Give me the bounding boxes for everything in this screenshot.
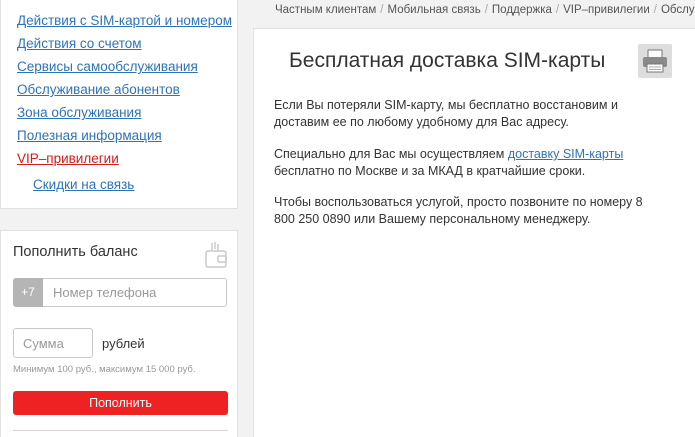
breadcrumb-vip[interactable]: VIP–привилегии <box>563 4 650 16</box>
sidebar-item-discounts[interactable]: Скидки на связь <box>33 177 134 192</box>
breadcrumb-mobile[interactable]: Мобильная связь <box>387 4 480 16</box>
breadcrumb-support[interactable]: Поддержка <box>492 4 552 16</box>
paragraph-delivery: Специально для Вас мы осуществляем доста… <box>274 146 666 180</box>
sidebar-item-sim-actions[interactable]: Действия с SIM-картой и номером <box>17 13 232 28</box>
sidebar-item-useful-info[interactable]: Полезная информация <box>17 128 162 143</box>
wallet-icon <box>205 242 227 268</box>
paragraph-contact: Чтобы воспользоваться услугой, просто по… <box>274 195 643 226</box>
paragraph-delivery-text: Специально для Вас мы осуществляем <box>274 147 508 161</box>
sidebar-nav: Действия с SIM-картой и номером Действия… <box>0 0 238 209</box>
breadcrumb: Частным клиентам / Мобильная связь / Поддерж… <box>275 4 695 16</box>
topup-submit-button[interactable]: Пополнить <box>13 391 228 415</box>
main-content: Бесплатная доставка SIM-карты Если Вы по… <box>253 28 695 437</box>
limits-note: Минимум 100 руб., максимум 15 000 руб. <box>13 364 196 375</box>
breadcrumb-separator: / <box>555 4 560 16</box>
printer-icon <box>643 49 667 73</box>
amount-input[interactable] <box>13 328 93 358</box>
breadcrumb-service[interactable]: Обслужива <box>661 4 695 16</box>
topup-title: Пополнить баланс <box>13 244 138 260</box>
sidebar-item-customer-service[interactable]: Обслуживание абонентов <box>17 82 180 97</box>
sidebar-item-service-zone[interactable]: Зона обслуживания <box>17 105 141 120</box>
sim-delivery-link[interactable]: доставку SIM-карты <box>508 147 623 161</box>
page-title: Бесплатная доставка SIM-карты <box>289 49 606 72</box>
breadcrumb-separator: / <box>653 4 657 16</box>
print-button[interactable] <box>638 44 672 78</box>
paragraph-lost-sim: Если Вы потеряли SIM-карту, мы бесплатно… <box>274 98 618 129</box>
sidebar-item-account-actions[interactable]: Действия со счетом <box>17 36 142 51</box>
breadcrumb-private-clients[interactable]: Частным клиентам <box>275 4 376 16</box>
phone-number-input[interactable] <box>43 278 227 307</box>
currency-label: рублей <box>102 336 145 351</box>
sidebar-item-self-service[interactable]: Сервисы самообслуживания <box>17 59 198 74</box>
topup-widget: Пополнить баланс +7 рублей Минимум 100 р… <box>0 230 238 437</box>
phone-prefix: +7 <box>13 278 43 307</box>
paragraph-delivery-text-end: бесплатно по Москве и за МКАД в кратчайш… <box>274 164 586 178</box>
sidebar-item-vip-privileges[interactable]: VIP–привилегии <box>17 151 119 166</box>
divider <box>13 430 228 431</box>
breadcrumb-separator: / <box>380 4 384 16</box>
breadcrumb-separator: / <box>484 4 488 16</box>
